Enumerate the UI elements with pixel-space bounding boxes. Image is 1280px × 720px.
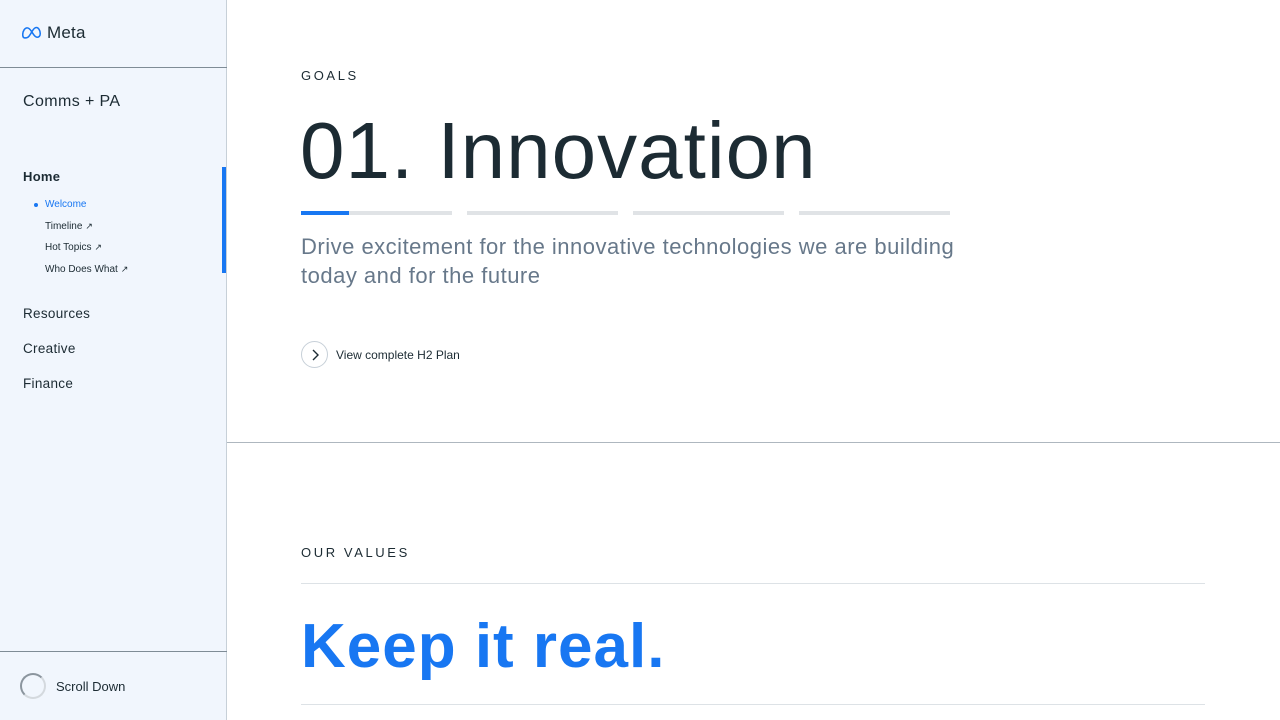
sidebar-item-finance[interactable]: Finance	[23, 376, 73, 391]
goal-description: Drive excitement for the innovative tech…	[301, 234, 955, 288]
subnav-label: Timeline	[45, 220, 83, 232]
subnav-item-hot-topics[interactable]: Hot Topics ↗	[34, 237, 128, 259]
goal-progress	[301, 211, 950, 215]
subnav-label: Welcome	[45, 199, 87, 211]
progress-fill	[301, 211, 350, 215]
sidebar-item-creative[interactable]: Creative	[23, 341, 76, 356]
subnav-item-welcome[interactable]: Welcome	[34, 194, 128, 216]
sidebar-divider-bottom	[0, 651, 227, 652]
sidebar-item-resources[interactable]: Resources	[23, 306, 90, 321]
section-divider	[227, 442, 1280, 443]
workspace-title: Comms + PA	[23, 93, 121, 110]
external-link-icon: ↗	[94, 242, 103, 253]
sidebar-divider-top	[0, 67, 227, 68]
brand-name: Meta	[47, 23, 86, 42]
subnav-label: Hot Topics	[45, 242, 92, 254]
sidebar: Meta Comms + PA Home Welcome Timeline ↗ …	[0, 0, 227, 720]
scroll-down-button[interactable]: Scroll Down	[20, 673, 125, 699]
subnav-label: Who Does What	[45, 263, 118, 275]
values-rule-bottom	[301, 704, 1205, 705]
progress-segment-2[interactable]	[467, 211, 618, 215]
scroll-progress-icon	[20, 673, 46, 699]
goals-eyebrow: GOALS	[301, 68, 359, 83]
view-plan-link[interactable]: View complete H2 Plan	[301, 341, 460, 368]
goal-title: 01. Innovation	[300, 106, 817, 195]
progress-segment-3[interactable]	[633, 211, 784, 215]
active-bullet-icon	[34, 202, 38, 207]
external-link-icon: ↗	[120, 263, 129, 274]
view-plan-label: View complete H2 Plan	[336, 347, 460, 362]
progress-segment-1[interactable]	[301, 211, 452, 215]
meta-logo[interactable]: Meta	[22, 22, 86, 44]
home-subnav: Welcome Timeline ↗ Hot Topics ↗ Who Does…	[34, 194, 128, 280]
active-section-indicator	[222, 167, 226, 273]
chevron-right-icon	[301, 341, 328, 368]
meta-infinity-icon	[22, 26, 42, 39]
subnav-item-timeline[interactable]: Timeline ↗	[34, 216, 128, 238]
sidebar-item-home[interactable]: Home	[23, 169, 60, 184]
value-title: Keep it real.	[301, 612, 666, 681]
external-link-icon: ↗	[85, 220, 93, 231]
subnav-item-who-does-what[interactable]: Who Does What ↗	[34, 259, 128, 281]
progress-segment-4[interactable]	[799, 211, 950, 215]
values-eyebrow: OUR VALUES	[301, 545, 410, 560]
values-rule-top	[301, 583, 1205, 584]
scroll-down-label: Scroll Down	[56, 678, 126, 694]
